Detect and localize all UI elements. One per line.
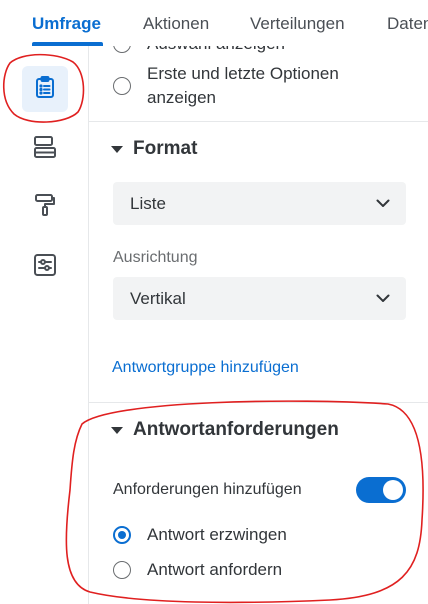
request-response-radio[interactable]	[113, 561, 131, 579]
first-last-option-radio[interactable]	[113, 77, 131, 95]
clipboard-list-icon	[32, 74, 58, 105]
first-last-option-row[interactable]: Erste und letzte Optionen anzeigen	[113, 62, 347, 110]
force-response-label: Antwort erzwingen	[147, 525, 287, 544]
rail-settings-button[interactable]	[22, 244, 68, 290]
format-section-header[interactable]: Format	[111, 138, 197, 160]
paint-roller-icon	[32, 192, 58, 223]
add-answer-group-link[interactable]: Antwortgruppe hinzufügen	[112, 359, 299, 377]
top-tab-bar: Umfrage Aktionen Verteilungen Daten	[0, 0, 428, 46]
question-options-panel: Auswahl anzeigen Erste und letzte Option…	[89, 46, 428, 604]
format-select-value: Liste	[130, 193, 166, 213]
tab-umfrage[interactable]: Umfrage	[32, 14, 101, 34]
chevron-down-icon	[376, 195, 390, 213]
request-response-row[interactable]: Antwort anfordern	[113, 558, 282, 582]
orientation-select-value: Vertikal	[130, 288, 186, 308]
settings-sliders-icon	[32, 252, 58, 283]
format-select[interactable]: Liste	[113, 182, 406, 225]
add-requirements-label: Anforderungen hinzufügen	[113, 481, 302, 498]
rail-layout-button[interactable]	[22, 126, 68, 172]
rail-look-and-feel-button[interactable]	[22, 184, 68, 230]
chevron-down-icon	[376, 290, 390, 308]
tab-verteilungen[interactable]: Verteilungen	[250, 14, 345, 34]
caret-down-icon	[111, 426, 123, 434]
rail-survey-button[interactable]	[22, 66, 68, 112]
requirements-section-title: Antwortanforderungen	[133, 419, 339, 440]
caret-down-icon	[111, 145, 123, 153]
partial-option-label: Auswahl anzeigen	[147, 46, 285, 56]
force-response-radio[interactable]	[113, 526, 131, 544]
first-last-option-label: Erste und letzte Optionen anzeigen	[147, 64, 339, 107]
format-section-title: Format	[133, 138, 198, 159]
tab-daten[interactable]: Daten	[387, 14, 428, 34]
left-tool-rail	[0, 46, 89, 604]
partial-option-radio[interactable]	[113, 46, 131, 53]
section-divider	[89, 402, 428, 403]
tab-aktionen[interactable]: Aktionen	[143, 14, 209, 34]
force-response-row[interactable]: Antwort erzwingen	[113, 523, 287, 547]
partial-option-row[interactable]: Auswahl anzeigen	[113, 46, 285, 56]
orientation-label: Ausrichtung	[113, 249, 198, 266]
layout-blocks-icon	[32, 134, 58, 165]
orientation-select[interactable]: Vertikal	[113, 277, 406, 320]
requirements-section-header[interactable]: Antwortanforderungen	[111, 419, 339, 441]
add-requirements-toggle[interactable]	[356, 477, 406, 503]
request-response-label: Antwort anfordern	[147, 560, 283, 579]
toggle-knob	[383, 480, 403, 500]
section-divider	[89, 121, 428, 122]
